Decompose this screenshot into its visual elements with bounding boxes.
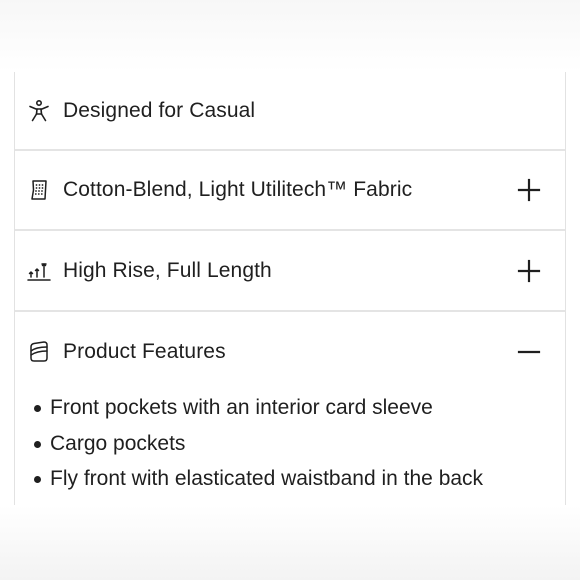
tag-icon bbox=[27, 340, 51, 364]
plus-icon[interactable] bbox=[517, 178, 541, 202]
accordion-item-label: High Rise, Full Length bbox=[63, 258, 272, 282]
page-background: Designed for Casual Cotton-Blend, Light … bbox=[0, 0, 580, 580]
rise-arrows-icon bbox=[27, 259, 51, 283]
bullet-icon bbox=[34, 405, 41, 412]
bottom-fade bbox=[0, 505, 580, 580]
product-details-accordion: Designed for Casual Cotton-Blend, Light … bbox=[14, 72, 566, 505]
accordion-item-label: Product Features bbox=[63, 340, 226, 363]
bullet-icon bbox=[34, 476, 41, 483]
plus-icon[interactable] bbox=[517, 259, 541, 283]
feature-text: Front pockets with an interior card slee… bbox=[50, 396, 433, 419]
feature-text: Fly front with elasticated waistband in … bbox=[50, 467, 484, 490]
product-features-list: Front pockets with an interior card slee… bbox=[33, 390, 483, 497]
minus-icon[interactable] bbox=[517, 340, 541, 364]
accordion-item-label: Cotton-Blend, Light Utilitech™ Fabric bbox=[63, 178, 413, 201]
top-fade bbox=[0, 0, 580, 72]
bullet-icon bbox=[34, 440, 41, 448]
list-item: Cargo pockets bbox=[33, 426, 483, 462]
accordion-item-fit[interactable]: High Rise, Full Length bbox=[15, 231, 565, 312]
person-icon bbox=[27, 99, 51, 123]
list-item: Fly front with elasticated waistband in … bbox=[33, 461, 483, 497]
accordion-item-features[interactable]: Product Features bbox=[15, 312, 565, 392]
accordion-item-label: Designed for Casual bbox=[63, 98, 256, 122]
list-item: Front pockets with an interior card slee… bbox=[33, 390, 483, 426]
fabric-swatch-icon bbox=[27, 178, 51, 202]
feature-text: Cargo pockets bbox=[50, 431, 186, 455]
accordion-item-fabric[interactable]: Cotton-Blend, Light Utilitech™ Fabric bbox=[15, 151, 565, 231]
accordion-item-activity: Designed for Casual bbox=[15, 72, 565, 151]
